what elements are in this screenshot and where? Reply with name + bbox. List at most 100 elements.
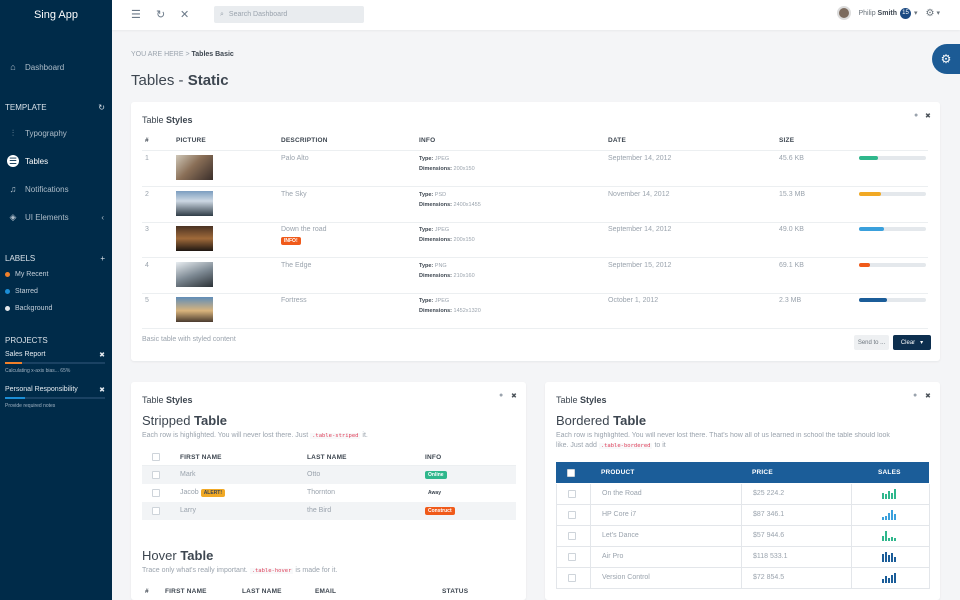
sidebar-item-dashboard[interactable]: ⌂ Dashboard (0, 59, 112, 75)
striped-heading: Stripped Table (142, 413, 227, 428)
project-personal-responsibility[interactable]: Personal Responsibility ✖ Provide require… (5, 386, 105, 409)
close-icon[interactable]: ✕ (180, 8, 189, 21)
project-title: Sales Report (5, 351, 46, 358)
row-checkbox[interactable] (568, 511, 576, 519)
spark-bar (891, 537, 893, 541)
grid-icon: ☰ (7, 155, 19, 167)
product-name: On the Road (602, 490, 642, 497)
avatar (837, 6, 852, 20)
sidebar-item-typography[interactable]: ⫶ Typography (0, 125, 112, 141)
sidebar-item-notifications[interactable]: ♫ Notifications (0, 181, 112, 197)
table-row[interactable]: On the Road $25 224.2 (556, 484, 930, 505)
table-row[interactable]: Version Control $72 854.5 (556, 568, 930, 589)
select-all-checkbox[interactable] (567, 469, 575, 477)
project-sales-report[interactable]: Sales Report ✖ Calculating x-axis bias...… (5, 351, 105, 374)
sidebar: Sing App ⌂ Dashboard TEMPLATE ↻ ⫶ Typograph… (0, 0, 112, 600)
clear-button[interactable]: Clear ▾ (893, 335, 931, 350)
last-name: Thornton (307, 489, 336, 496)
notification-badge[interactable]: 15 (900, 7, 911, 19)
checkbox-cell (557, 568, 591, 589)
table-row[interactable]: Air Pro $118 533.1 (556, 547, 930, 568)
user-menu[interactable]: Philip Smith 15 ▾ ⚙ ▾ (837, 6, 940, 20)
menu-icon[interactable]: ☰ (131, 8, 141, 21)
label-item-starred[interactable]: Starred (5, 288, 38, 295)
spark-bar (882, 554, 884, 562)
price-value: $118 533.1 (753, 553, 788, 560)
refresh-icon[interactable]: ↻ (98, 103, 105, 112)
spark-bar (885, 576, 887, 583)
info-dim-value: 2400x1455 (453, 201, 481, 208)
heading-bold: Table (613, 413, 647, 428)
close-icon[interactable]: ✖ (925, 392, 931, 400)
close-icon[interactable]: ✖ (99, 351, 105, 359)
table-row[interactable]: 3 Down the road INFO! Type: JPEG Dimensions:… (131, 222, 940, 258)
search-placeholder: Search Dashboard (228, 11, 288, 18)
table-row[interactable]: Mark Otto Online (142, 466, 516, 484)
col-header-product: PRODUCT (601, 469, 635, 476)
thumbnail-image (176, 155, 213, 180)
label-item-my-recent[interactable]: My Recent (5, 271, 48, 278)
brand-logo[interactable]: Sing App (0, 0, 112, 30)
spark-bar (888, 538, 890, 541)
info-dim-label: Dimensions: (419, 308, 453, 314)
project-title: Personal Responsibility (5, 386, 78, 393)
spark-bar (894, 573, 896, 583)
settings-dot-icon[interactable]: ● (499, 392, 503, 399)
gear-icon[interactable]: ⚙ (926, 8, 935, 19)
row-checkbox[interactable] (152, 507, 160, 515)
code-snippet: .table-striped (310, 433, 361, 439)
progress-bar (859, 227, 926, 231)
project-note: Provide required notes (5, 403, 56, 409)
close-icon[interactable]: ✖ (99, 386, 105, 394)
row-checkbox[interactable] (568, 532, 576, 540)
settings-dot-icon[interactable]: ● (914, 112, 918, 119)
refresh-icon[interactable]: ↻ (156, 8, 165, 21)
close-icon[interactable]: ✖ (511, 392, 517, 400)
row-checkbox[interactable] (568, 574, 576, 582)
sidebar-item-ui-elements[interactable]: ◈ UI Elements ‹ (0, 209, 112, 225)
table-row[interactable]: 2 The Sky Type: PSD Dimensions: 2400x1455 No… (131, 187, 940, 223)
info-type-value: JPEG (434, 156, 450, 162)
select-all-checkbox[interactable] (152, 453, 160, 461)
table-row[interactable]: Jacob ALERT! Thornton Away (142, 484, 516, 502)
row-checkbox[interactable] (568, 553, 576, 561)
info-dim-label: Dimensions: (419, 201, 453, 208)
table-row[interactable]: HP Core i7 $87 346.1 (556, 505, 930, 526)
desc-text: it. (362, 432, 368, 439)
desc-text: like. Just add (556, 442, 597, 449)
row-checkbox[interactable] (152, 471, 160, 479)
info-type-value: JPEG (434, 227, 450, 233)
sales-sparkline (882, 573, 897, 583)
projects-label: PROJECTS (5, 336, 48, 345)
row-date: November 14, 2012 (608, 190, 670, 198)
send-to-button[interactable]: Send to ... (854, 335, 889, 350)
table-row[interactable]: 5 Fortress Type: JPEG Dimensions: 1452x1320… (131, 293, 940, 329)
card-title: Table Styles (142, 395, 193, 405)
table-row[interactable]: 1 Palo Alto Type: JPEG Dimensions: 200x150 S… (131, 151, 940, 187)
divider (142, 328, 928, 329)
col-header-status: STATUS (442, 588, 469, 595)
price-cell: $118 533.1 (742, 547, 852, 568)
row-date: September 15, 2012 (608, 261, 672, 269)
card-title-bold: Styles (166, 115, 193, 125)
sidebar-item-tables[interactable]: ☰ Tables (0, 153, 112, 169)
table-row[interactable]: 4 The Edge Type: PNG Dimensions: 210x160 Sep… (131, 258, 940, 294)
row-info: Type: JPEG Dimensions: 200x150 (419, 225, 475, 245)
info-type-label: Type: (419, 298, 434, 304)
sales-sparkline (882, 531, 897, 541)
row-checkbox[interactable] (568, 490, 576, 498)
table-row[interactable]: Larry the Bird Construct (142, 502, 516, 520)
row-checkbox[interactable] (152, 489, 160, 497)
row-info: Type: PNG Dimensions: 210x160 (419, 261, 475, 281)
close-icon[interactable]: ✖ (925, 112, 931, 120)
add-label-icon[interactable]: + (100, 254, 105, 263)
settings-dot-icon[interactable]: ● (913, 392, 917, 399)
label-item-background[interactable]: Background (5, 305, 52, 312)
checkbox-cell (557, 484, 591, 505)
hover-heading: Hover Table (142, 548, 213, 563)
table-row[interactable]: Let's Dance $57 944.6 (556, 526, 930, 547)
settings-fab[interactable]: ⚙ (932, 44, 960, 74)
striped-table-card: Table Styles ● ✖ Stripped Table Each row… (131, 382, 526, 600)
striped-description: Each row is highlighted. You will never … (142, 432, 368, 439)
search-input[interactable]: ⌕ Search Dashboard (214, 6, 364, 23)
